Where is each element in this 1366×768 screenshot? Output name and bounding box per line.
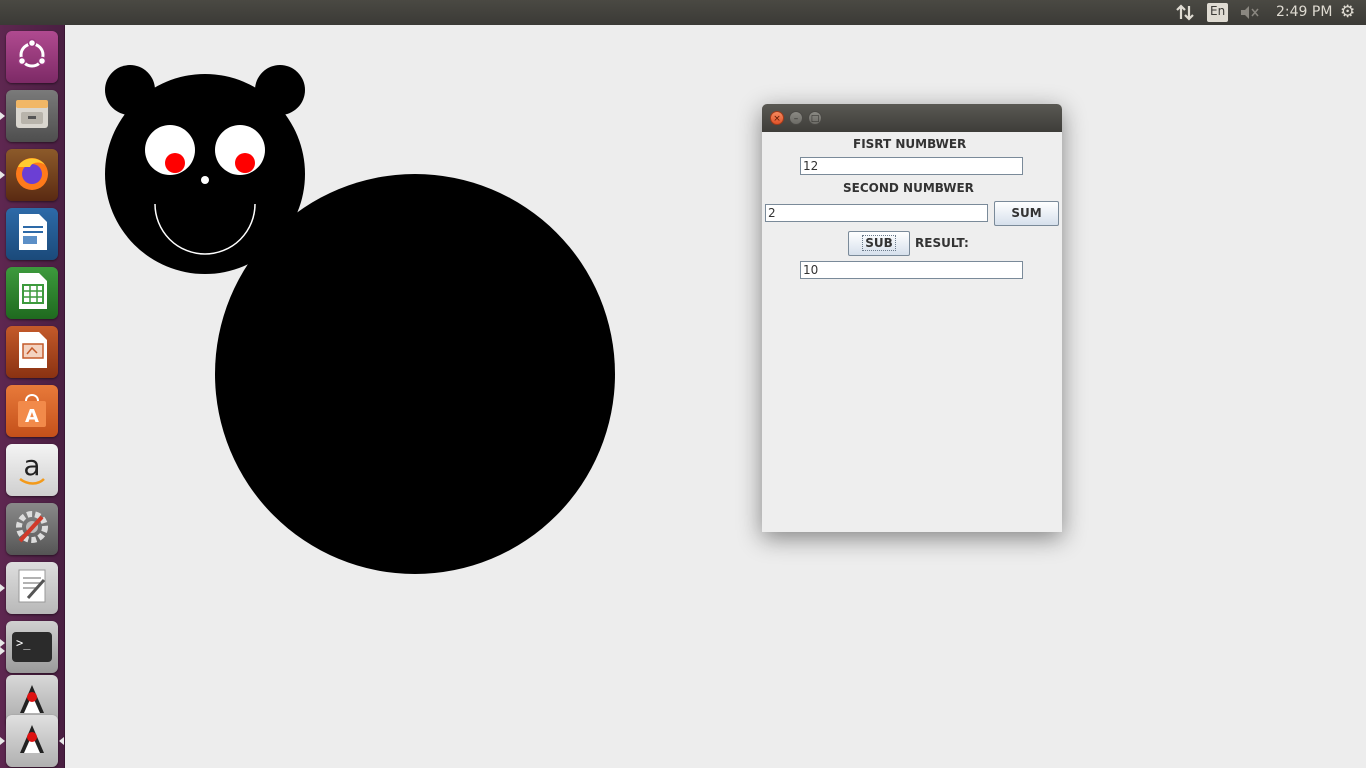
sub-button-label: SUB: [862, 235, 896, 251]
java-duke-icon: [12, 719, 52, 763]
launcher-ubuntu-software[interactable]: A: [6, 385, 58, 437]
impress-presentation-icon: [15, 330, 49, 374]
launcher-libreoffice-writer[interactable]: [6, 208, 58, 260]
settings-wrench-icon: [12, 507, 52, 551]
sum-button[interactable]: SUM: [994, 201, 1059, 226]
launcher: A a >_: [0, 25, 65, 768]
drawing-canvas: [105, 65, 615, 574]
top-panel: En 2:49 PM ⚙: [0, 0, 1366, 25]
text-editor-icon: [14, 566, 50, 610]
network-updown-icon[interactable]: [1176, 0, 1196, 25]
svg-text:A: A: [25, 406, 39, 427]
bear-left-pupil: [165, 153, 185, 173]
maximize-button[interactable]: □: [808, 111, 822, 125]
terminal-icon: >_: [12, 632, 52, 662]
bear-head: [105, 74, 305, 274]
launcher-firefox[interactable]: [0, 149, 58, 201]
bear-nose: [201, 176, 209, 184]
result-field[interactable]: 10: [800, 261, 1023, 279]
first-number-label: FISRT NUMBWER: [853, 137, 967, 151]
close-button[interactable]: ×: [770, 111, 784, 125]
launcher-ubuntu-dash[interactable]: [6, 31, 58, 83]
launcher-amazon[interactable]: a: [6, 444, 58, 496]
first-number-field[interactable]: 12: [800, 157, 1023, 175]
sub-button[interactable]: SUB: [848, 231, 910, 256]
calc-spreadsheet-icon: [15, 271, 49, 315]
keyboard-layout-indicator[interactable]: En: [1207, 3, 1229, 22]
file-cabinet-icon: [13, 96, 51, 136]
second-number-label: SECOND NUMBWER: [843, 181, 974, 195]
launcher-files[interactable]: [0, 90, 58, 142]
ubuntu-logo-icon: [14, 37, 50, 77]
result-label: RESULT:: [915, 236, 969, 250]
window-title-bar[interactable]: × – □: [762, 104, 1062, 132]
bear-right-pupil: [235, 153, 255, 173]
session-gear-icon[interactable]: ⚙: [1340, 0, 1360, 25]
writer-document-icon: [15, 212, 49, 256]
software-bag-icon: A: [14, 389, 50, 433]
clock[interactable]: 2:49 PM: [1276, 0, 1332, 25]
launcher-text-editor[interactable]: [0, 562, 58, 614]
launcher-libreoffice-calc[interactable]: [6, 267, 58, 319]
minimize-button[interactable]: –: [789, 111, 803, 125]
launcher-terminal[interactable]: >_: [0, 621, 58, 673]
firefox-icon: [12, 153, 52, 197]
second-number-field[interactable]: 2: [765, 204, 988, 222]
amazon-logo-icon: a: [14, 448, 50, 492]
svg-text:a: a: [23, 449, 40, 482]
launcher-libreoffice-impress[interactable]: [6, 326, 58, 378]
sound-muted-icon[interactable]: [1239, 0, 1261, 25]
launcher-system-settings[interactable]: [6, 503, 58, 555]
calculator-window: × – □ FISRT NUMBWER 12 SECOND NUMBWER 2 …: [762, 104, 1062, 532]
launcher-java-app-2[interactable]: [0, 715, 64, 767]
